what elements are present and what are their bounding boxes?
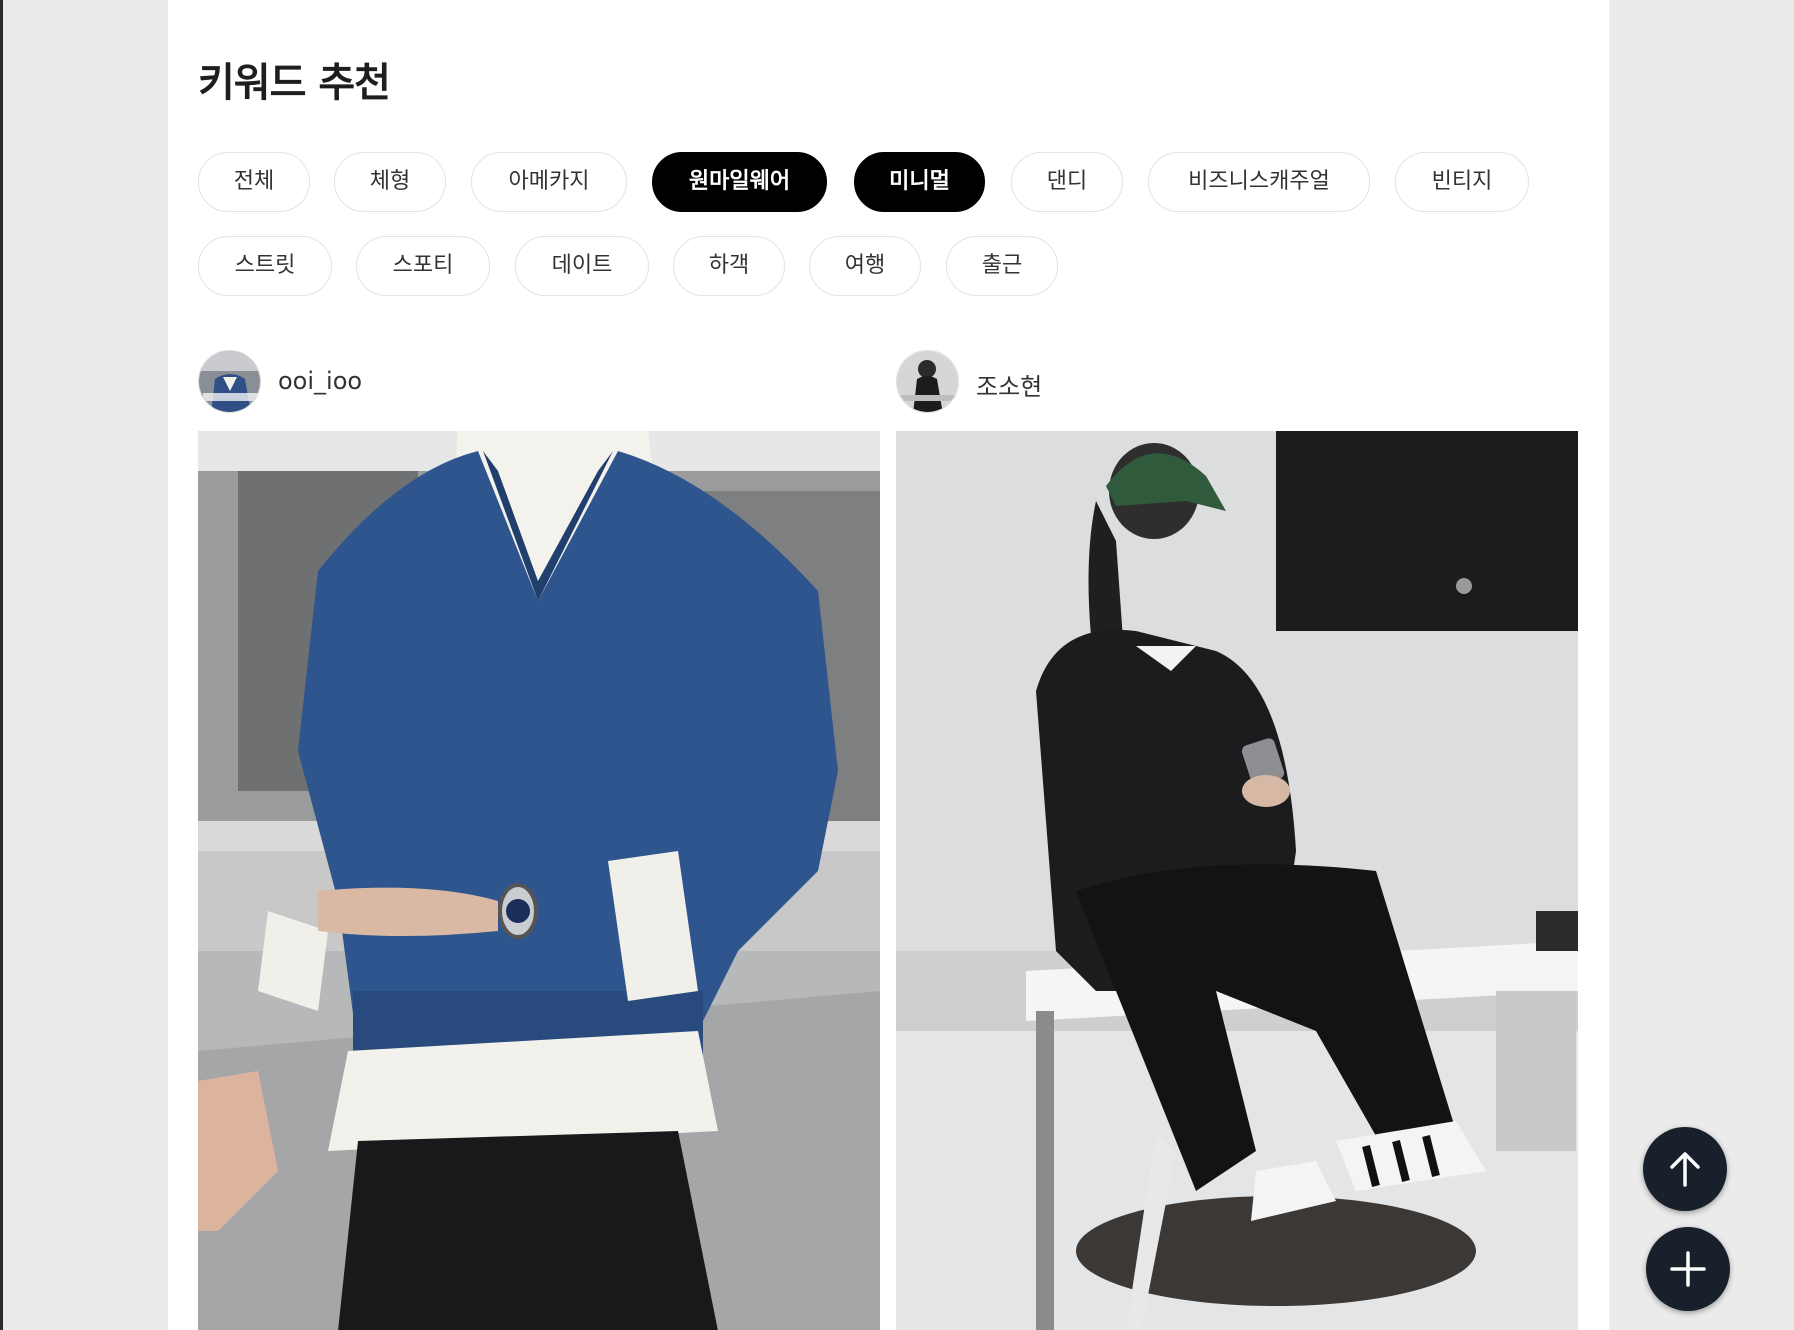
keyword-chip-date[interactable]: 데이트	[515, 236, 649, 296]
arrow-up-icon	[1670, 1152, 1700, 1187]
keyword-chip-amekaji[interactable]: 아메카지	[471, 152, 627, 212]
add-post-button[interactable]	[1646, 1227, 1730, 1311]
plus-icon	[1670, 1251, 1706, 1287]
username[interactable]: ooi_ioo	[278, 367, 362, 395]
user-avatar[interactable]	[198, 350, 261, 413]
post-header: ooi_ioo	[198, 350, 880, 430]
keyword-chip-vintage[interactable]: 빈티지	[1395, 152, 1529, 212]
page-title: 키워드 추천	[198, 60, 391, 106]
post-photo[interactable]	[198, 431, 880, 1330]
content-panel: 키워드 추천 전체 체형 아메카지 원마일웨어 미니멀 댄디 비즈니스캐주얼 빈…	[168, 0, 1609, 1330]
post-photo[interactable]	[896, 431, 1578, 1330]
keyword-chip-commute[interactable]: 출근	[946, 236, 1058, 296]
post-header: 조소현	[896, 350, 1578, 430]
keyword-chip-dandy[interactable]: 댄디	[1011, 152, 1123, 212]
scroll-to-top-button[interactable]	[1643, 1127, 1727, 1211]
user-avatar[interactable]	[896, 350, 959, 413]
keyword-chip-business-casual[interactable]: 비즈니스캐주얼	[1148, 152, 1370, 212]
window-edge	[0, 0, 3, 1330]
keyword-chip-wedding-guest[interactable]: 하객	[673, 236, 785, 296]
post-card[interactable]: 조소현	[896, 350, 1578, 1330]
keyword-chip-one-mile-wear[interactable]: 원마일웨어	[652, 152, 827, 212]
username[interactable]: 조소현	[976, 367, 1042, 402]
post-card[interactable]: ooi_ioo	[198, 350, 880, 1330]
keyword-chip-all[interactable]: 전체	[198, 152, 310, 212]
keyword-chip-street[interactable]: 스트릿	[198, 236, 332, 296]
keyword-chip-minimal[interactable]: 미니멀	[854, 152, 985, 212]
keyword-chip-travel[interactable]: 여행	[809, 236, 921, 296]
keyword-chip-sporty[interactable]: 스포티	[356, 236, 490, 296]
keyword-chip-body-type[interactable]: 체형	[334, 152, 446, 212]
